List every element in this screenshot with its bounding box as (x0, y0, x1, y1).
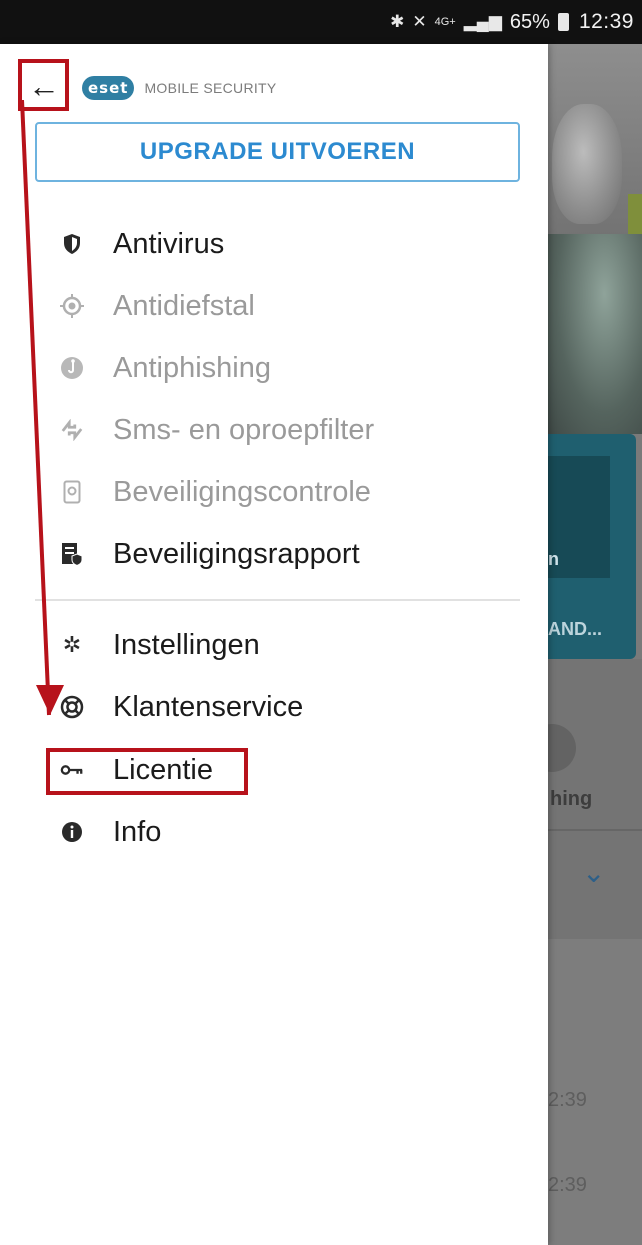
bluetooth-icon: ✱ (390, 12, 405, 31)
menu-label: Klantenservice (113, 690, 304, 723)
menu-label: Antiphishing (113, 351, 271, 384)
signal-icon: ▂▄▆ (463, 12, 502, 31)
background-app: n AND... hing ⌄ 2:39 2:39 (548, 44, 642, 1245)
menu-item-info[interactable]: Info (0, 801, 548, 863)
menu-label: Sms- en oproepfilter (113, 413, 375, 446)
drawer-header: ← eset MOBILE SECURITY (0, 44, 548, 119)
eset-logo-badge: eset (82, 76, 135, 100)
robot-face-image (552, 104, 622, 224)
menu-item-antiphishing[interactable]: Antiphishing (0, 337, 548, 399)
navigation-drawer: ← eset MOBILE SECURITY UPGRADE UITVOEREN… (0, 44, 548, 1245)
network-indicator: 4G+ (434, 16, 456, 28)
menu-item-antidiefstal[interactable]: Antidiefstal (0, 275, 548, 337)
product-name: MOBILE SECURITY (144, 80, 277, 96)
menu-label: Beveiligingscontrole (113, 475, 371, 508)
clock: 12:39 (578, 10, 634, 33)
battery-icon (557, 13, 569, 31)
feature-label: hing (550, 788, 593, 810)
menu-item-klantenservice[interactable]: Klantenservice (0, 676, 548, 738)
menu-item-sms-filter[interactable]: Sms- en oproepfilter (0, 399, 548, 461)
chevron-down-icon: ⌄ (582, 857, 606, 888)
status-icons: ✱ ✕ 4G+ ▂▄▆ 65% 12:39 (390, 0, 634, 44)
menu-item-beveiligingsrapport[interactable]: Beveiligingsrapport (0, 523, 548, 585)
app-logo: eset MOBILE SECURITY (82, 76, 277, 100)
annotation-arrow (20, 100, 64, 716)
log-time-2: 2:39 (548, 1174, 587, 1196)
menu-label: Info (113, 815, 162, 848)
mute-icon: ✕ (412, 12, 427, 31)
annotation-box-licentie (46, 748, 248, 795)
divider (548, 829, 642, 831)
upgrade-button[interactable]: UPGRADE UITVOEREN (35, 122, 520, 182)
menu-item-instellingen[interactable]: ✲ Instellingen (0, 614, 548, 676)
scan-card-title: n (548, 549, 559, 569)
menu-label: Instellingen (113, 628, 260, 661)
status-bar: ✱ ✕ 4G+ ▂▄▆ 65% 12:39 (0, 0, 642, 44)
battery-percent: 65% (509, 10, 550, 33)
log-time-1: 2:39 (548, 1089, 587, 1111)
info-icon (60, 820, 84, 844)
menu-divider (35, 599, 520, 601)
menu-item-beveiligingscontrole[interactable]: Beveiligingscontrole (0, 461, 548, 523)
menu-label: Beveiligingsrapport (113, 537, 360, 570)
robot-body-image (548, 234, 642, 434)
menu-label: Antidiefstal (113, 289, 255, 322)
menu-item-antivirus[interactable]: Antivirus (0, 213, 548, 275)
menu-label: Antivirus (113, 227, 225, 260)
scan-button: AND... (548, 619, 602, 639)
